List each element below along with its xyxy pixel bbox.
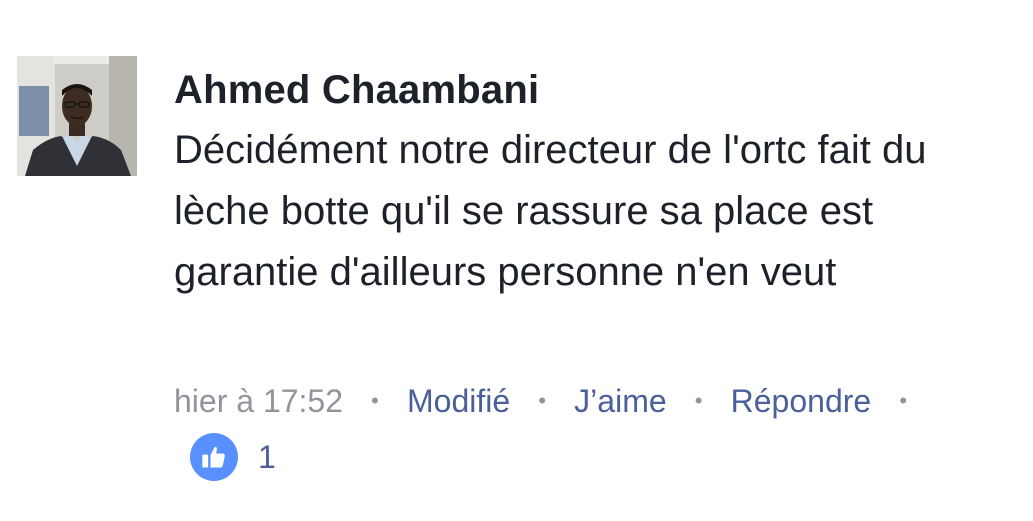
avatar[interactable] (17, 56, 137, 176)
comment-actions: hier à 17:52 • Modifié • J’aime • Répond… (174, 376, 935, 426)
edited-link[interactable]: Modifié (407, 383, 510, 420)
comment: Ahmed Chaambani Décidément notre directe… (0, 0, 1033, 521)
avatar-photo (17, 56, 137, 176)
comment-timestamp[interactable]: hier à 17:52 (174, 383, 343, 420)
reaction-summary[interactable]: 1 (190, 432, 276, 482)
reply-button[interactable]: Répondre (731, 383, 872, 420)
thumbs-up-icon (190, 433, 238, 481)
reaction-count: 1 (258, 438, 276, 475)
comment-body: Ahmed Chaambani Décidément notre directe… (174, 64, 1024, 303)
separator-dot: • (538, 388, 547, 413)
separator-dot: • (694, 388, 703, 413)
comment-text: Décidément notre directeur de l'ortc fai… (174, 128, 927, 294)
like-button[interactable]: J’aime (574, 383, 666, 420)
separator-dot: • (899, 388, 908, 413)
thumbs-up-glyph (202, 446, 225, 468)
comment-author[interactable]: Ahmed Chaambani (174, 64, 1024, 116)
separator-dot: • (371, 388, 379, 413)
